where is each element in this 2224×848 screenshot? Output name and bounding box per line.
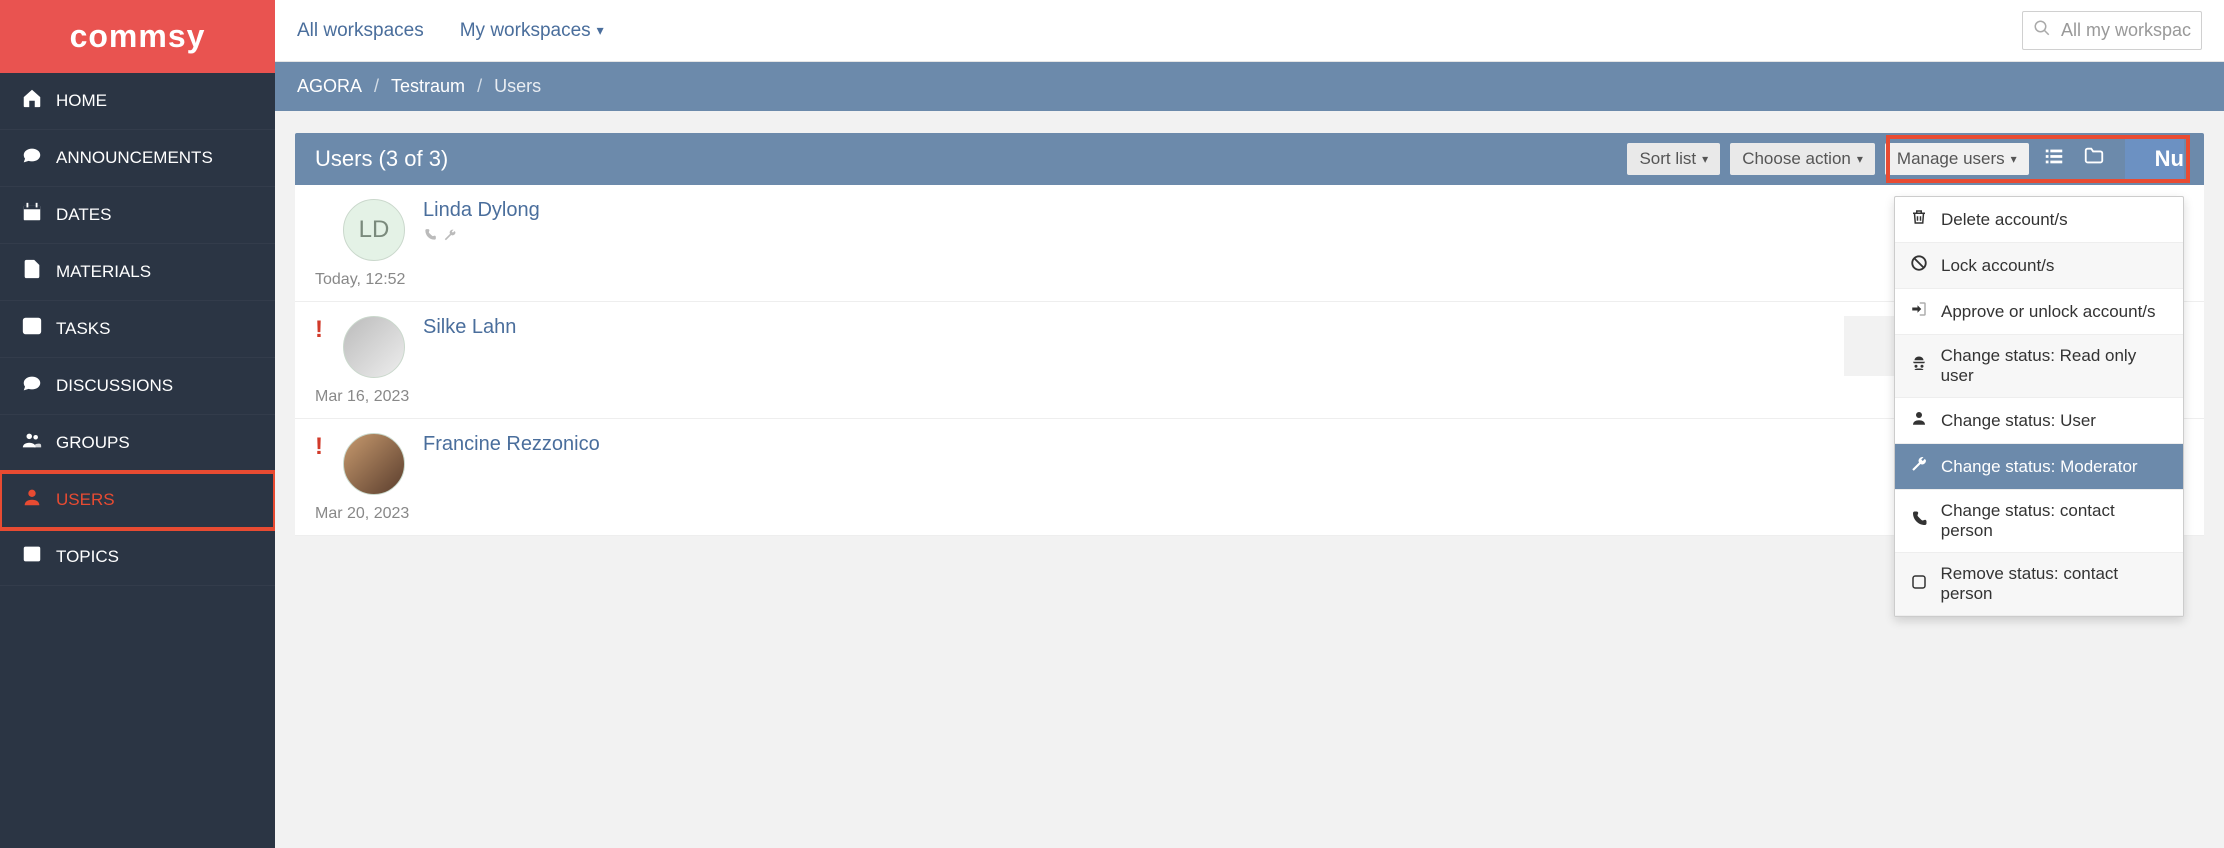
signin-icon: [1909, 300, 1929, 323]
trash-icon: [1909, 208, 1929, 231]
manage-users-label: Manage users: [1897, 149, 2005, 169]
manage-users-dropdown: Delete account/s Lock account/s Approve or…: [1894, 196, 2184, 617]
tag-icon: [18, 543, 46, 571]
secret-icon: [1909, 355, 1929, 378]
caret-down-icon: ▾: [1702, 152, 1708, 166]
phone-icon: [1909, 510, 1929, 533]
nav-my-workspaces[interactable]: My workspaces ▾: [460, 20, 604, 42]
folder-icon[interactable]: [2079, 145, 2109, 173]
panel-actions: Sort list ▾ Choose action ▾ Manage users…: [1627, 143, 2184, 175]
chevron-down-icon: ▾: [597, 22, 604, 39]
user-name-link[interactable]: Francine Rezzonico: [423, 433, 600, 455]
nu-section[interactable]: Nu: [2125, 138, 2184, 180]
menu-item-3[interactable]: Change status: Read only user: [1895, 335, 2183, 398]
menu-item-label: Change status: User: [1941, 411, 2096, 431]
nav-my-workspaces-label: My workspaces: [460, 20, 591, 42]
breadcrumb-separator: /: [374, 76, 379, 97]
menu-item-1[interactable]: Lock account/s: [1895, 243, 2183, 289]
sidebar-item-label: DISCUSSIONS: [56, 376, 173, 396]
sidebar-item-groups[interactable]: GROUPS: [0, 415, 275, 472]
sidebar-item-discussions[interactable]: DISCUSSIONS: [0, 358, 275, 415]
menu-item-label: Remove status: contact person: [1941, 564, 2170, 604]
breadcrumb-separator: /: [477, 76, 482, 97]
check-icon: [18, 315, 46, 343]
list-view-icon[interactable]: [2039, 145, 2069, 173]
menu-item-0[interactable]: Delete account/s: [1895, 197, 2183, 243]
content-area: Users (3 of 3) Sort list ▾ Choose action…: [275, 111, 2224, 848]
search-box[interactable]: All my workspac: [2022, 11, 2202, 50]
phone-icon: [423, 228, 437, 246]
alert-icon: !: [315, 316, 323, 343]
menu-item-2[interactable]: Approve or unlock account/s: [1895, 289, 2183, 335]
users-icon: [18, 429, 46, 457]
sort-list-button[interactable]: Sort list ▾: [1627, 143, 1720, 175]
speech-icon: [18, 144, 46, 172]
menu-item-7[interactable]: Remove status: contact person: [1895, 553, 2183, 616]
search-icon: [2033, 19, 2051, 42]
alert-icon: !: [315, 433, 323, 460]
user-icon: [18, 486, 46, 514]
speech-icon: [18, 372, 46, 400]
search-placeholder: All my workspac: [2061, 20, 2191, 41]
sidebar-item-users[interactable]: USERS: [0, 472, 275, 529]
nu-label: Nu: [2155, 146, 2184, 171]
wrench-icon: [1909, 455, 1929, 478]
sidebar-item-label: TOPICS: [56, 547, 119, 567]
breadcrumb: AGORA / Testraum / Users: [275, 62, 2224, 111]
sidebar-item-label: MATERIALS: [56, 262, 151, 282]
caret-down-icon: ▾: [2011, 152, 2017, 166]
menu-item-label: Change status: Read only user: [1941, 346, 2169, 386]
sidebar-item-label: USERS: [56, 490, 115, 510]
logo-text: commsy: [70, 18, 206, 55]
sort-list-label: Sort list: [1639, 149, 1696, 169]
menu-item-6[interactable]: Change status: contact person: [1895, 490, 2183, 553]
manage-users-button[interactable]: Manage users ▾: [1885, 143, 2029, 175]
sidebar-item-label: DATES: [56, 205, 111, 225]
user-name-link[interactable]: Silke Lahn: [423, 316, 516, 338]
breadcrumb-root[interactable]: AGORA: [297, 76, 362, 97]
sidebar-item-tasks[interactable]: TASKS: [0, 301, 275, 358]
breadcrumb-room[interactable]: Testraum: [391, 76, 465, 97]
sidebar-item-label: GROUPS: [56, 433, 130, 453]
sidebar-item-label: ANNOUNCEMENTS: [56, 148, 213, 168]
file-icon: [18, 258, 46, 286]
user-icon: [1909, 409, 1929, 432]
avatar: [343, 316, 405, 378]
sidebar: commsy HOME ANNOUNCEMENTS DATES MATERIALS TA…: [0, 0, 275, 848]
sidebar-item-home[interactable]: HOME: [0, 73, 275, 130]
sidebar-item-label: HOME: [56, 91, 107, 111]
breadcrumb-current: Users: [494, 76, 541, 97]
home-icon: [18, 87, 46, 115]
panel-header: Users (3 of 3) Sort list ▾ Choose action…: [295, 133, 2204, 185]
sidebar-item-topics[interactable]: TOPICS: [0, 529, 275, 586]
menu-item-label: Change status: Moderator: [1941, 457, 2138, 477]
panel-title: Users (3 of 3): [315, 146, 448, 172]
menu-item-label: Change status: contact person: [1941, 501, 2169, 541]
menu-item-label: Lock account/s: [1941, 256, 2054, 276]
ban-icon: [1909, 254, 1929, 277]
calendar-icon: [18, 201, 46, 229]
sidebar-item-announcements[interactable]: ANNOUNCEMENTS: [0, 130, 275, 187]
user-name-link[interactable]: Linda Dylong: [423, 199, 540, 221]
square-icon: [1909, 573, 1929, 596]
menu-item-5[interactable]: Change status: Moderator: [1895, 444, 2183, 490]
sidebar-item-label: TASKS: [56, 319, 110, 339]
nav-all-workspaces[interactable]: All workspaces: [297, 20, 424, 42]
logo-bar: commsy: [0, 0, 275, 73]
wrench-icon: [443, 228, 457, 246]
top-nav: All workspaces My workspaces ▾ All my wo…: [275, 0, 2224, 62]
choose-action-label: Choose action: [1742, 149, 1851, 169]
sidebar-item-dates[interactable]: DATES: [0, 187, 275, 244]
choose-action-button[interactable]: Choose action ▾: [1730, 143, 1875, 175]
caret-down-icon: ▾: [1857, 152, 1863, 166]
sidebar-item-materials[interactable]: MATERIALS: [0, 244, 275, 301]
avatar: [343, 433, 405, 495]
avatar: LD: [343, 199, 405, 261]
menu-item-4[interactable]: Change status: User: [1895, 398, 2183, 444]
menu-item-label: Delete account/s: [1941, 210, 2068, 230]
menu-item-label: Approve or unlock account/s: [1941, 302, 2156, 322]
